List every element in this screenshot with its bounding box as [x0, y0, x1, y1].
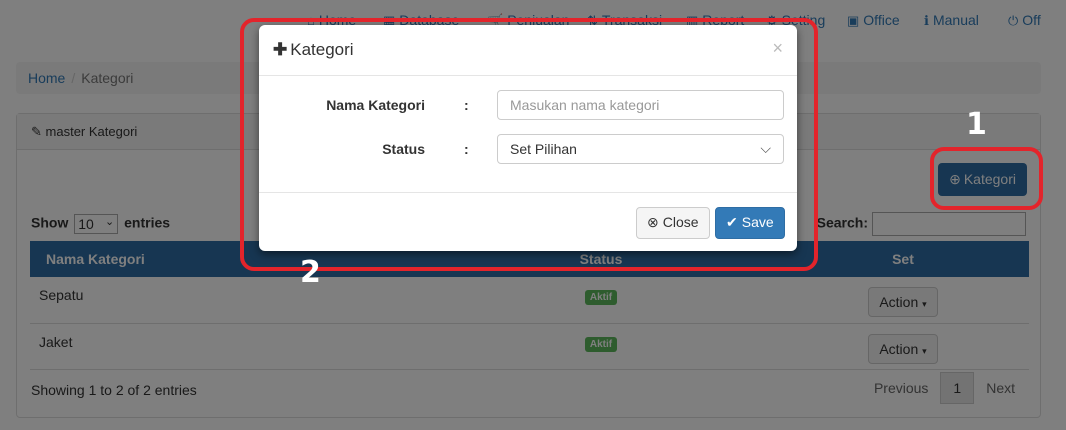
- annotation-highlight-1: [930, 147, 1043, 210]
- annotation-number-2: 2: [300, 255, 321, 290]
- annotation-highlight-2: [240, 18, 818, 271]
- annotation-number-1: 1: [966, 107, 987, 142]
